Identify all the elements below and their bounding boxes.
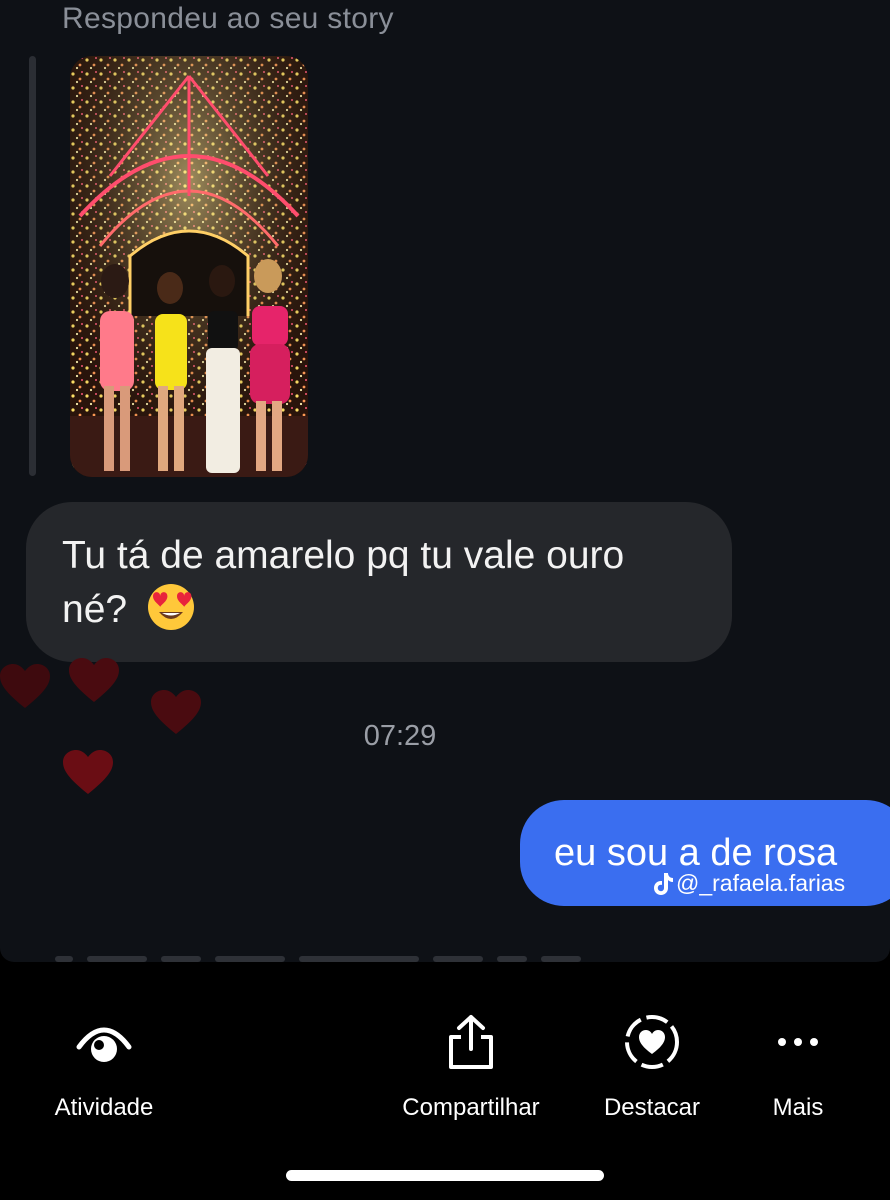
reply-quote-bar xyxy=(29,56,36,476)
activity-label: Atividade xyxy=(54,1094,154,1121)
share-button[interactable]: Compartilhar xyxy=(390,1010,552,1122)
highlight-label: Destacar xyxy=(603,1094,701,1121)
share-icon xyxy=(439,1010,503,1074)
watermark-handle: @_rafaela.farias xyxy=(676,870,846,896)
tiktok-icon xyxy=(654,872,673,895)
more-label: Mais xyxy=(772,1094,824,1121)
heart-reaction-icon xyxy=(69,658,119,702)
smiling-face-with-heart-eyes-icon xyxy=(146,582,196,632)
story-thumbnail[interactable] xyxy=(70,56,308,477)
eye-activity-icon xyxy=(72,1010,136,1074)
heart-reaction-icon xyxy=(63,750,113,794)
heart-reaction-icon xyxy=(0,664,50,708)
tiktok-watermark: @_rafaela.farias xyxy=(652,870,845,897)
chat-thread: Respondeu ao seu story Tu tá de amarelo … xyxy=(0,0,890,962)
more-button[interactable]: Mais xyxy=(752,1010,844,1122)
home-indicator[interactable] xyxy=(286,1170,604,1181)
received-message-bubble[interactable]: Tu tá de amarelo pq tu vale ouro né? xyxy=(26,502,732,662)
story-action-bar: Atividade Compartilhar Destacar Mais xyxy=(0,962,890,1200)
more-dots-icon xyxy=(766,1010,830,1074)
message-timestamp: 07:29 xyxy=(363,720,437,752)
highlight-button[interactable]: Destacar xyxy=(592,1010,712,1122)
activity-button[interactable]: Atividade xyxy=(44,1010,164,1122)
sent-message-text: eu sou a de rosa xyxy=(554,832,838,874)
reply-header: Respondeu ao seu story xyxy=(62,2,394,35)
highlight-heart-icon xyxy=(620,1010,684,1074)
share-label: Compartilhar xyxy=(402,1094,540,1121)
